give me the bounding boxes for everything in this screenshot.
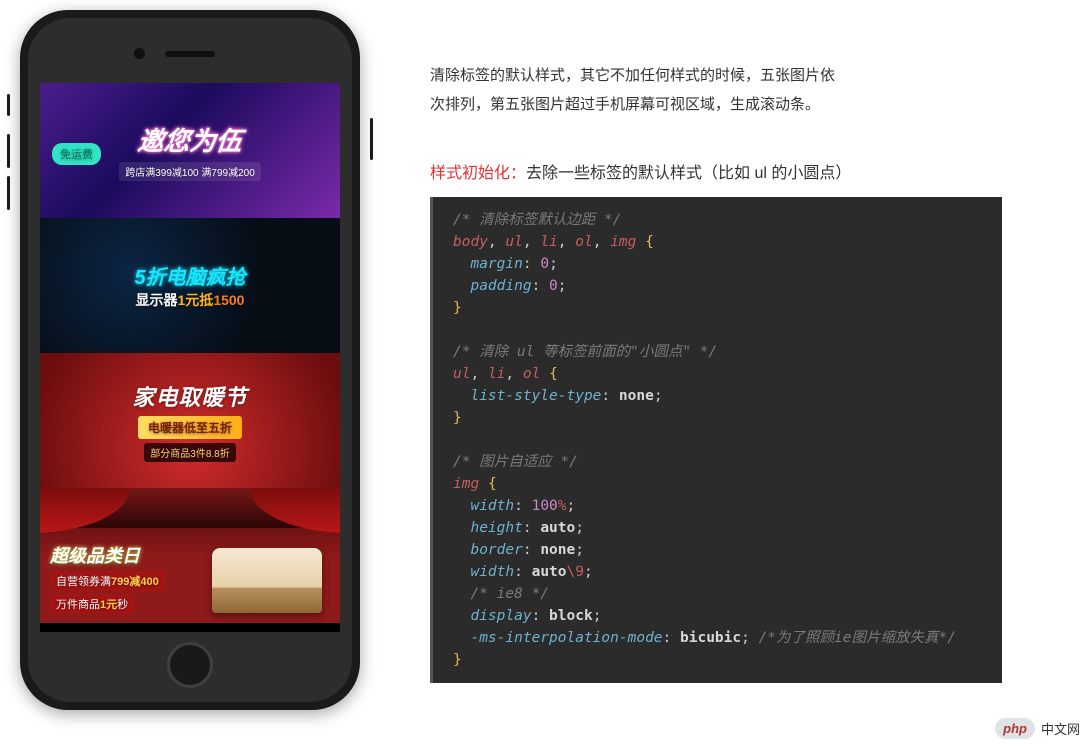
watermark-logo: php bbox=[995, 718, 1035, 739]
banner1-promo: 跨店满399减100 满799减200 bbox=[119, 162, 261, 181]
banner3-chip: 部分商品3件8.8折 bbox=[144, 443, 235, 462]
banner2-sub: 显示器1元抵1500 bbox=[136, 290, 245, 310]
watermark-text: 中文网 bbox=[1041, 719, 1080, 738]
banner-1: 免运费 邀您为伍 跨店满399减100 满799减200 bbox=[40, 83, 340, 218]
banner4-bar: 自营领券满799减400 bbox=[50, 571, 165, 591]
description-text: 清除标签的默认样式，其它不加任何样式的时候，五张图片依 次排列，第五张图片超过手… bbox=[430, 62, 1002, 119]
home-button bbox=[167, 642, 213, 688]
subheading: 样式初始化：去除一些标签的默认样式（比如 ul 的小圆点） bbox=[430, 159, 1002, 183]
banner2-title: 5折电脑疯抢 bbox=[134, 261, 245, 290]
banner-2: 5折电脑疯抢 显示器1元抵1500 bbox=[40, 218, 340, 353]
banner1-title: 邀您为伍 bbox=[136, 121, 244, 158]
banner3-title: 家电取暖节 bbox=[132, 380, 247, 412]
banner3-bar: 电暖器低至五折 bbox=[138, 416, 242, 439]
banner4-title: 超级品类日 bbox=[50, 542, 165, 568]
banner4-bar2: 万件商品1元秒 bbox=[50, 594, 134, 614]
code-block: /* 清除标签默认边距 */ body, ul, li, ol, img { m… bbox=[430, 197, 1002, 683]
phone-screen[interactable]: 免运费 邀您为伍 跨店满399减100 满799减200 5折电脑疯抢 显示器1… bbox=[40, 83, 340, 632]
banner-3: 家电取暖节 电暖器低至五折 部分商品3件8.8折 bbox=[40, 353, 340, 488]
phone-mockup: 免运费 邀您为伍 跨店满399减100 满799减200 5折电脑疯抢 显示器1… bbox=[10, 10, 370, 710]
banner1-badge: 免运费 bbox=[52, 143, 101, 165]
watermark: php 中文网 bbox=[995, 718, 1080, 739]
banner-4: 超级品类日 自营领券满799减400 万件商品1元秒 bbox=[40, 488, 340, 623]
